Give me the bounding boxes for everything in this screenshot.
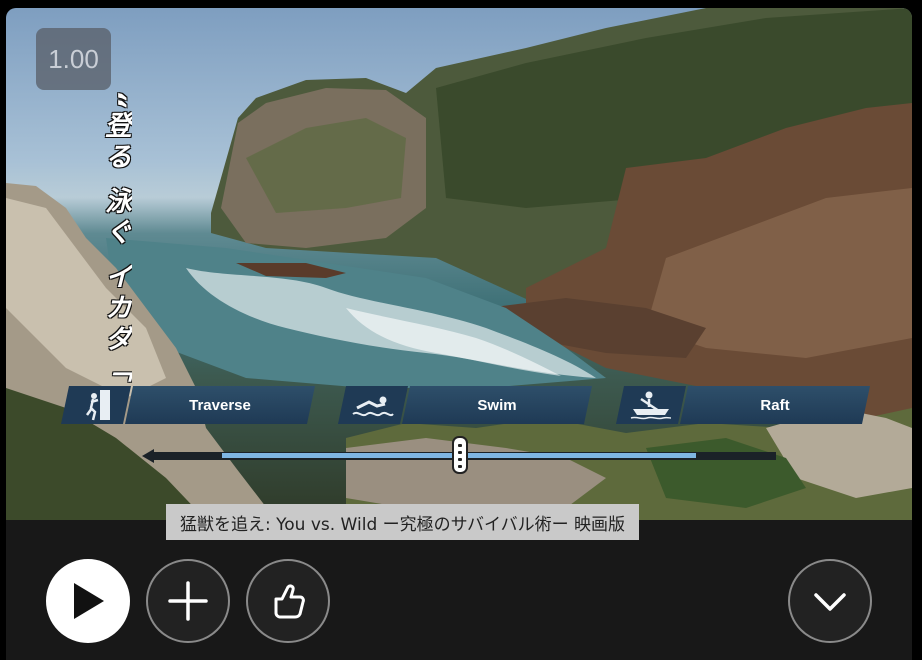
swimmer-icon — [338, 386, 408, 424]
like-button[interactable] — [246, 559, 330, 643]
choice-raft[interactable]: Raft — [616, 386, 870, 424]
vertical-tagline: “登る 泳ぐ イカダ「 — [100, 90, 131, 387]
thumbs-up-icon — [274, 584, 305, 619]
add-to-list-button[interactable] — [146, 559, 230, 643]
raft-icon — [616, 386, 686, 424]
remote-control-icon — [452, 436, 468, 474]
title-caption: 猛獣を追え: You vs. Wild ー究極のサバイバル術ー 映画版 — [166, 504, 640, 540]
more-info-button[interactable] — [788, 559, 872, 643]
choice-traverse-label: Traverse — [125, 386, 315, 424]
choice-raft-label: Raft — [680, 386, 870, 424]
choice-swim[interactable]: Swim — [338, 386, 592, 424]
maturity-badge: 1.00 — [36, 28, 111, 90]
climber-icon — [61, 386, 131, 424]
title-card: 1.00 “登る 泳ぐ イカダ「 Traverse Swim Raft 猛獣を追… — [6, 8, 912, 660]
play-icon — [74, 583, 104, 619]
hero-video[interactable]: 1.00 “登る 泳ぐ イカダ「 Traverse Swim Raft — [6, 8, 912, 520]
chevron-down-icon — [814, 593, 846, 611]
choice-swim-label: Swim — [402, 386, 592, 424]
play-button[interactable] — [46, 559, 130, 643]
plus-icon — [168, 581, 208, 621]
choice-traverse[interactable]: Traverse — [61, 386, 315, 424]
